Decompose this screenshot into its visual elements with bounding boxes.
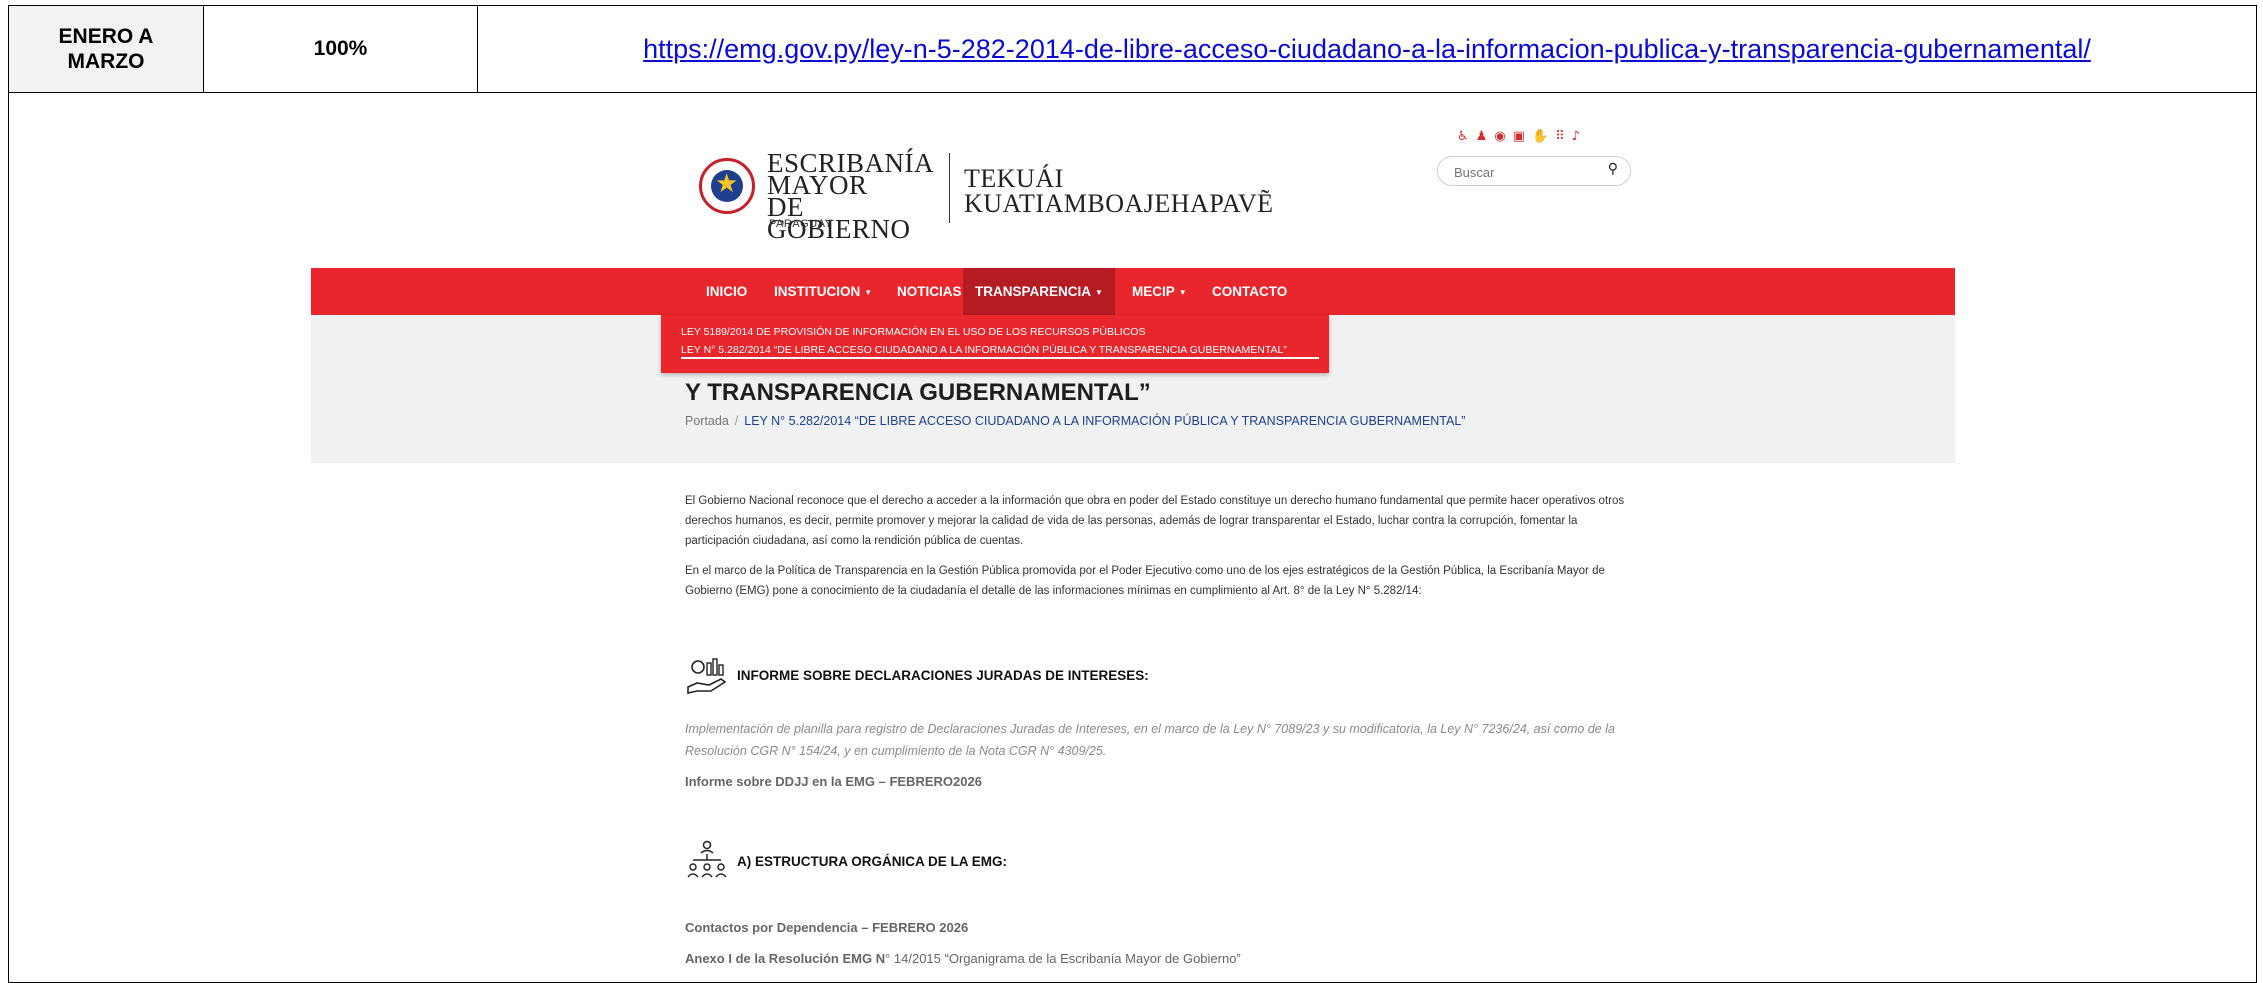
website-screenshot: ESCRIBANÍA MAYOR DE GOBIERNO PARAGUAY TE…: [9, 93, 2256, 982]
caret-down-icon: ▼: [1178, 287, 1187, 297]
section-structure-heading: A) ESTRUCTURA ORGÁNICA DE LA EMG:: [685, 839, 1007, 883]
wheelchair-icon[interactable]: ♿: [1457, 129, 1469, 144]
nav-mecip[interactable]: MECIP ▼: [1132, 268, 1187, 315]
url-link[interactable]: https://emg.gov.py/ley-n-5-282-2014-de-l…: [478, 6, 2256, 92]
main-content: El Gobierno Nacional reconoce que el der…: [685, 491, 1645, 611]
ddjj-note: Implementación de planilla para registro…: [685, 722, 1615, 758]
nav-noticias[interactable]: NOTICIAS: [897, 268, 962, 315]
period-cell: ENERO A MARZO: [9, 6, 204, 92]
nav-label: CONTACTO: [1212, 284, 1288, 299]
nav-label: MECIP: [1132, 284, 1175, 299]
document-table: ENERO A MARZO 100% https://emg.gov.py/le…: [8, 5, 2257, 983]
search-input[interactable]: [1452, 161, 1596, 183]
ddjj-report-link[interactable]: Informe sobre DDJJ en la EMG – FEBRERO20…: [685, 774, 982, 789]
annex-link[interactable]: Anexo I de la Resolución EMG N° 14/2015 …: [685, 951, 1241, 966]
nav-label: INSTITUCION: [774, 284, 861, 299]
caret-down-icon: ▼: [864, 287, 873, 297]
logo-guarani-line-2: KUATIAMBOAJEHAPAVẼ: [964, 189, 1274, 218]
breadcrumb-home[interactable]: Portada: [685, 414, 729, 428]
org-chart-icon: [687, 840, 727, 878]
dropdown-item-ley-5282[interactable]: LEY N° 5.282/2014 “DE LIBRE ACCESO CIUDA…: [681, 344, 1287, 356]
deaf-icon[interactable]: ♪: [1572, 129, 1580, 144]
section-ddjj-title: INFORME SOBRE DECLARACIONES JURADAS DE I…: [737, 667, 1149, 683]
hand-money-icon: [687, 658, 727, 694]
braille-icon[interactable]: ⠿: [1555, 129, 1565, 144]
dropdown-active-underline: [681, 357, 1319, 359]
section-structure-title: A) ESTRUCTURA ORGÁNICA DE LA EMG:: [737, 853, 1007, 869]
sign-language-icon[interactable]: ✋: [1532, 129, 1548, 144]
page-title-line-2: Y TRANSPARENCIA GUBERNAMENTAL”: [685, 379, 1151, 406]
logo-divider: [949, 153, 950, 223]
annex-link-rest: ° 14/2015 “Organigrama de la Escribanía …: [885, 951, 1241, 966]
caret-down-icon: ▼: [1095, 287, 1103, 297]
nav-label: INICIO: [706, 284, 748, 299]
breadcrumb: Portada / LEY N° 5.282/2014 “DE LIBRE ACCE…: [685, 414, 1465, 428]
nav-label: TRANSPARENCIA: [975, 284, 1092, 299]
walking-icon[interactable]: ♟: [1476, 129, 1488, 144]
nav-transparencia[interactable]: TRANSPARENCIA ▼: [963, 268, 1115, 315]
breadcrumb-separator: /: [734, 414, 739, 428]
accessibility-toolbar: ♿ ♟ ◉ ▣ ✋ ⠿ ♪: [1457, 129, 1580, 144]
site-header: ESCRIBANÍA MAYOR DE GOBIERNO PARAGUAY TE…: [9, 93, 2256, 267]
intro-paragraph-2: En el marco de la Política de Transparen…: [685, 565, 1605, 597]
section-ddjj-heading: INFORME SOBRE DECLARACIONES JURADAS DE I…: [685, 653, 1149, 697]
national-emblem-icon: [699, 158, 755, 214]
logo-guarani-text: TEKUÁI KUATIAMBOAJEHAPAVẼ: [964, 164, 1274, 218]
annex-link-bold: Anexo I de la Resolución EMG N: [685, 951, 886, 966]
search-box: ⚲: [1437, 156, 1631, 186]
contacts-link[interactable]: Contactos por Dependencia – FEBRERO 2026: [685, 920, 968, 935]
logo-country: PARAGUAY: [769, 218, 833, 230]
blind-icon[interactable]: ◉: [1494, 129, 1505, 144]
main-nav: INICIO INSTITUCION ▼ NOTICIAS TRANSPARENC…: [311, 268, 1955, 315]
site-logo[interactable]: ESCRIBANÍA MAYOR DE GOBIERNO PARAGUAY: [699, 148, 949, 243]
nav-institucion[interactable]: INSTITUCION ▼: [774, 268, 872, 315]
transparencia-dropdown: LEY 5189/2014 DE PROVISIÓN DE INFORMACIÓ…: [661, 315, 1329, 373]
breadcrumb-current: LEY N° 5.282/2014 “DE LIBRE ACCESO CIUDA…: [744, 414, 1466, 428]
nav-inicio[interactable]: INICIO: [706, 268, 747, 315]
table-row: ENERO A MARZO 100% https://emg.gov.py/le…: [9, 6, 2256, 93]
nav-contacto[interactable]: CONTACTO: [1212, 268, 1287, 315]
logo-guarani-line-1: TEKUÁI: [964, 164, 1064, 193]
dropdown-item-ley-5189[interactable]: LEY 5189/2014 DE PROVISIÓN DE INFORMACIÓ…: [681, 326, 1145, 338]
nav-label: NOTICIAS: [897, 284, 962, 299]
cc-icon[interactable]: ▣: [1513, 129, 1525, 144]
percentage-cell: 100%: [204, 6, 478, 92]
search-icon[interactable]: ⚲: [1608, 161, 1618, 177]
intro-paragraph-1: El Gobierno Nacional reconoce que el der…: [685, 495, 1625, 547]
